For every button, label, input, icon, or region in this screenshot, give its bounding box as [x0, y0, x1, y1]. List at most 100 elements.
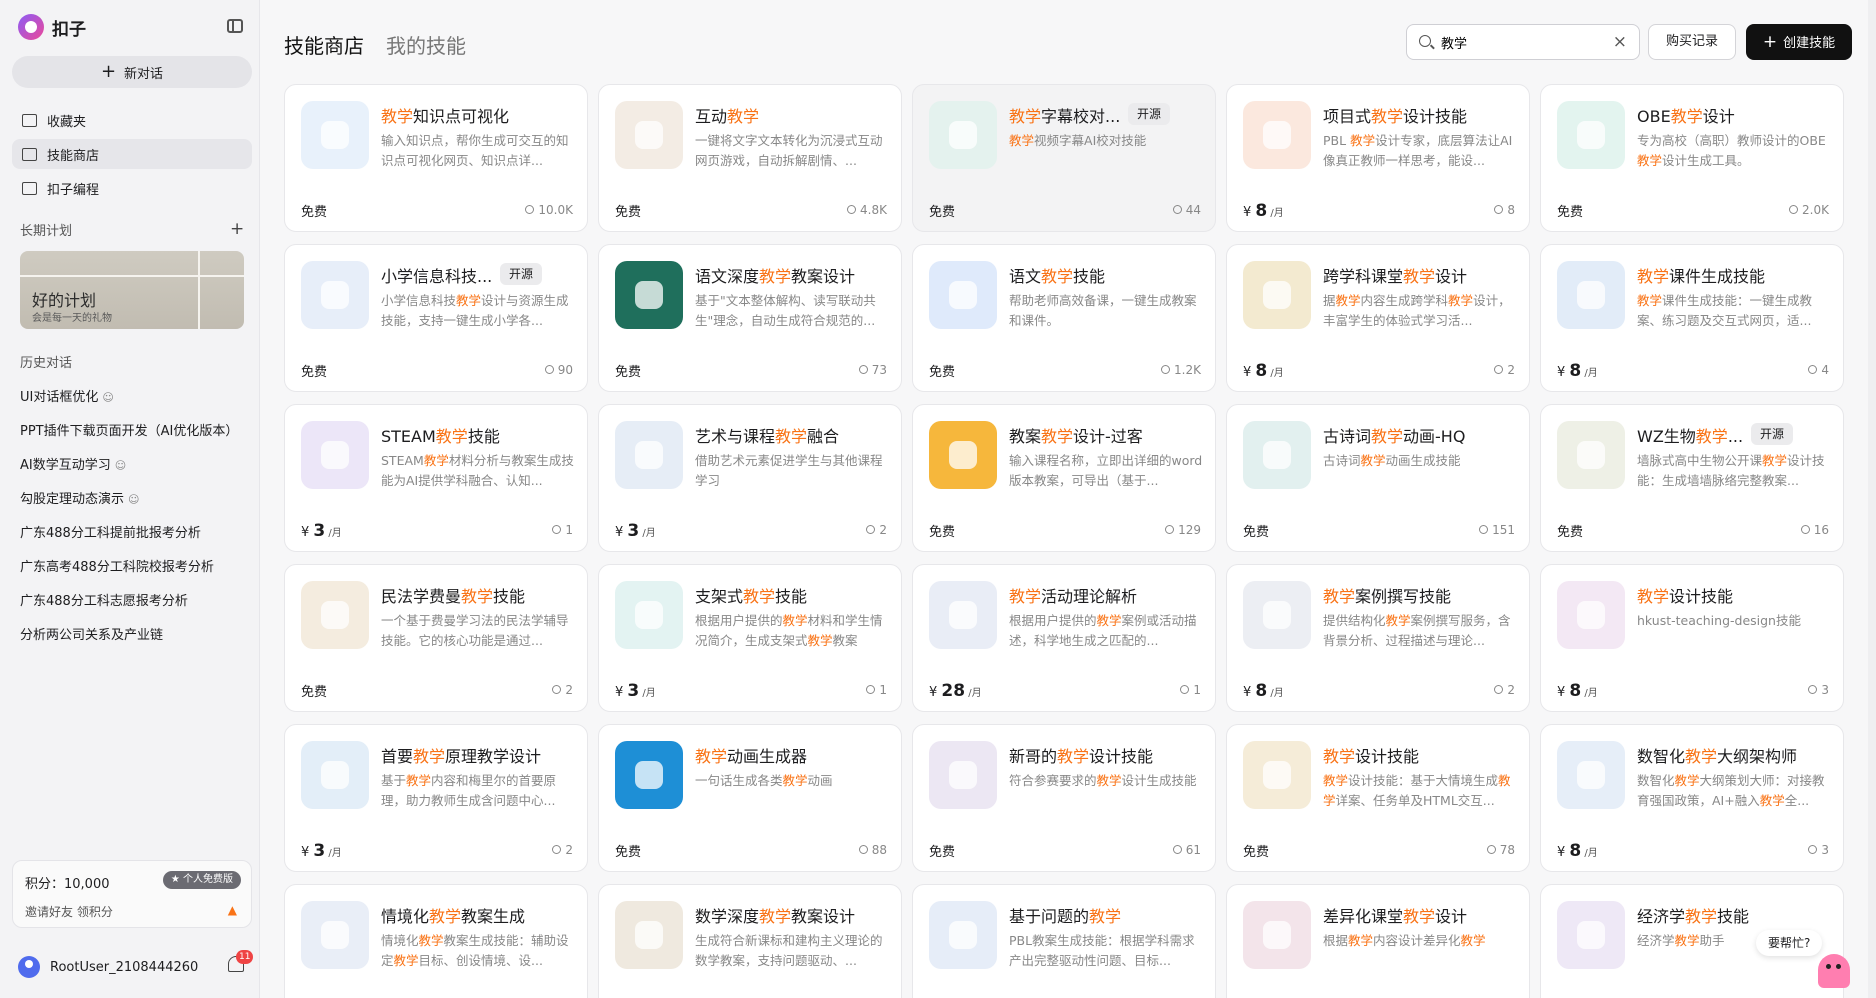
price-unit: /月	[1267, 688, 1284, 699]
skill-card[interactable]: 教学知识点可视化 输入知识点，帮你生成可交互的知识点可视化网页、知识点详... 免费…	[284, 84, 588, 232]
skill-card[interactable]: WZ生物教学... 开源 墙脉式高中生物公开课教学设计技能：生成墙墙脉络完整教案..…	[1540, 404, 1844, 552]
sidebar-item-skill-store[interactable]: 技能商店	[12, 139, 252, 169]
desc-text: 根据用户提供的	[1009, 613, 1097, 628]
sidebar-item-favorites[interactable]: 收藏夹	[12, 105, 252, 135]
skill-card[interactable]: 小学信息科技... 开源 小学信息科技教学设计与资源生成技能，支持一键生成小学各..…	[284, 244, 588, 392]
plan-badge[interactable]: ★ 个人免费版	[162, 871, 241, 889]
skill-card[interactable]: 差异化课堂教学设计 根据教学内容设计差异化教学	[1226, 884, 1530, 998]
title-text: 设计	[1435, 907, 1468, 926]
skill-card[interactable]: 跨学科课堂教学设计 据教学内容生成跨学科教学设计，丰富学生的体验式学习活... ¥ …	[1226, 244, 1530, 392]
new-chat-button[interactable]: + 新对话	[12, 56, 252, 88]
skill-card[interactable]: 教学设计技能 教学设计技能：基于大情境生成教学详案、任务单及HTML交互... 免费…	[1226, 724, 1530, 872]
title-text: 支架式	[695, 587, 744, 606]
app-logo[interactable]: 扣子	[18, 14, 86, 40]
skill-description: 专为高校（高职）教师设计的OBE 教学设计生成工具。	[1637, 131, 1831, 171]
open-source-badge: 开源	[1128, 103, 1171, 125]
title-text: 项目式	[1323, 107, 1372, 126]
search-input[interactable]	[1441, 32, 1601, 52]
skill-card[interactable]: 教学案例撰写技能 提供结构化教学案例撰写服务，含背景分析、过程描述与理论... ¥ …	[1226, 564, 1530, 712]
tab-my-skills[interactable]: 我的技能	[386, 30, 466, 59]
history-item-label: PPT插件下载页面开发（AI优化版本）	[20, 424, 239, 439]
skill-thumbnail-icon	[1557, 901, 1625, 969]
title-text: 活动理论解析	[1041, 587, 1138, 606]
skill-thumbnail-icon	[615, 101, 683, 169]
tab-skill-store[interactable]: 技能商店	[284, 30, 364, 59]
skill-card[interactable]: 项目式教学设计技能 PBL 教学设计专家，底层算法让AI 像真正教师一样思考，能设…	[1226, 84, 1530, 232]
create-skill-button[interactable]: + 创建技能	[1746, 24, 1852, 60]
user-icon	[858, 845, 868, 854]
desc-text: 输入知识点，帮你生成可交互的知识点可视化网页、知识点详...	[381, 133, 569, 168]
skill-card[interactable]: 数学深度教学教案设计 生成符合新课标和建构主义理论的数学教案，支持问题驱动、...	[598, 884, 902, 998]
desc-keyword: 教学	[782, 773, 808, 788]
title-text: 民法学费曼	[381, 587, 462, 606]
title-keyword: 教学	[413, 747, 446, 766]
skill-card[interactable]: 民法学费曼教学技能 一个基于费曼学习法的民法学辅导技能。它的核心功能是通过... 免…	[284, 564, 588, 712]
scrollbar[interactable]	[1868, 0, 1876, 998]
title-keyword: 教学	[461, 587, 494, 606]
purchase-history-button[interactable]: 购买记录	[1648, 24, 1736, 60]
sidebar-toggle-icon[interactable]	[227, 19, 243, 33]
skill-card[interactable]: 教学动画生成器 一句话生成各类教学动画 免费 88	[598, 724, 902, 872]
desc-keyword: 教学	[1096, 613, 1122, 628]
skill-card[interactable]: 首要教学原理教学设计 基于教学内容和梅里尔的首要原理，助力教师生成含问题中心...…	[284, 724, 588, 872]
user-count: 1	[866, 683, 887, 697]
skill-title: 首要教学原理教学设计	[381, 743, 541, 767]
history-item[interactable]: 分析两公司关系及产业链	[20, 624, 163, 643]
skill-card[interactable]: 艺术与课程教学融合 借助艺术元素促进学生与其他课程学习 ¥ 3 /月 2	[598, 404, 902, 552]
skill-card[interactable]: 互动教学 一键将文字文本转化为沉浸式互动网页游戏，自动拆解剧情、... 免费 4.8K	[598, 84, 902, 232]
skill-card[interactable]: 教学课件生成技能 教学课件生成技能：一键生成教案、练习题及交互式网页，适... ¥ …	[1540, 244, 1844, 392]
help-button[interactable]: 要帮忙?	[1756, 930, 1823, 956]
skill-card[interactable]: 教学活动理论解析 根据用户提供的教学案例或活动描述，科学地生成之匹配的... ¥ 2…	[912, 564, 1216, 712]
desc-keyword: 教学	[1096, 773, 1122, 788]
history-item-label: 分析两公司关系及产业链	[20, 628, 164, 643]
desc-text: PBL教案生成技能：根据学科需求产出完整驱动性问题、目标...	[1009, 933, 1195, 968]
add-plan-icon[interactable]: +	[230, 219, 244, 239]
user-count-value: 8	[1507, 203, 1515, 217]
title-text: 字幕校对...	[1041, 107, 1121, 126]
user-count-value: 78	[1499, 843, 1515, 857]
skill-card[interactable]: 语文教学技能 帮助老师高效备课，一键生成教案和课件。 免费 1.2K	[912, 244, 1216, 392]
skill-description: 情境化教学教案生成技能：辅助设定教学目标、创设情境、设...	[381, 931, 575, 971]
skill-card[interactable]: OBE教学设计 专为高校（高职）教师设计的OBE教学设计生成工具。 免费 2.0K	[1540, 84, 1844, 232]
sidebar-item-coze-coding[interactable]: 扣子编程	[12, 173, 252, 203]
assistant-mascot-icon[interactable]	[1818, 954, 1850, 988]
skill-card[interactable]: 情境化教学教案生成 情境化教学教案生成技能：辅助设定教学目标、创设情境、设...	[284, 884, 588, 998]
skill-card[interactable]: 古诗词教学动画-HQ 古诗词教学动画生成技能 免费 151	[1226, 404, 1530, 552]
skill-price: ¥ 8 /月	[1243, 681, 1284, 701]
skill-card[interactable]: 语文深度教学教案设计 基于"文本整体解构、读写联动共生"理念，自动生成符合规范的.…	[598, 244, 902, 392]
coze-logo-icon	[18, 14, 44, 40]
user-count: 3	[1808, 843, 1829, 857]
history-item[interactable]: 广东488分工科志愿报考分析	[20, 590, 188, 609]
user-count-value: 2	[565, 843, 573, 857]
skill-price: ¥ 8 /月	[1557, 841, 1598, 861]
skill-price: 免费	[1243, 845, 1270, 860]
skill-card[interactable]: STEAM教学技能 STEAM教学材料分析与教案生成技能为AI提供学科融合、认知.…	[284, 404, 588, 552]
user-icon	[552, 685, 562, 694]
skill-card[interactable]: 教案教学设计-过客 输入课程名称，立即出详细的word版本教案，可导出（基于...…	[912, 404, 1216, 552]
skill-card[interactable]: 教学设计技能 hkust-teaching-design技能 ¥ 8 /月 3	[1540, 564, 1844, 712]
history-item[interactable]: AI数学互动学习 ☺	[20, 454, 126, 473]
title-keyword: 教学	[1403, 907, 1436, 926]
skill-thumbnail-icon	[929, 581, 997, 649]
skill-card[interactable]: 支架式教学技能 根据用户提供的教学材料和学生情况简介，生成支架式教学教案 ¥ 3 /…	[598, 564, 902, 712]
plan-card[interactable]: 好的计划 会是每一天的礼物	[20, 251, 244, 329]
user-count-value: 2	[879, 523, 887, 537]
desc-keyword: 教学	[1460, 933, 1486, 948]
price-amount: 8	[1255, 361, 1268, 381]
history-item[interactable]: UI对话框优化 ☺	[20, 386, 114, 405]
skill-card[interactable]: 教学字幕校对... 开源 教学视频字幕AI校对技能 免费 44	[912, 84, 1216, 232]
skill-card[interactable]: 新哥的教学设计技能 符合参赛要求的教学设计生成技能 免费 61	[912, 724, 1216, 872]
history-item[interactable]: 勾股定理动态演示 ☺	[20, 488, 139, 507]
clear-search-icon[interactable]: ×	[1613, 32, 1627, 52]
skill-card[interactable]: 数智化教学大纲架构师 数智化教学大纲策划大师：对接教育强国政策，AI+融入教学全.…	[1540, 724, 1844, 872]
history-item[interactable]: PPT插件下载页面开发（AI优化版本）	[20, 420, 238, 439]
desc-keyword: 教学	[1674, 933, 1700, 948]
desc-keyword: 教学	[1448, 293, 1474, 308]
invite-friends-link[interactable]: 邀请好友 领积分	[25, 903, 113, 920]
user-profile[interactable]: RootUser_2108444260	[18, 956, 198, 978]
points-panel: 积分：10,000 ★ 个人免费版 邀请好友 领积分 ▲	[12, 860, 252, 928]
history-item[interactable]: 广东高考488分工科院校报考分析	[20, 556, 214, 575]
skill-card[interactable]: 基于问题的教学 PBL教案生成技能：根据学科需求产出完整驱动性问题、目标...	[912, 884, 1216, 998]
skill-price: ¥ 8 /月	[1557, 361, 1598, 381]
history-item[interactable]: 广东488分工科提前批报考分析	[20, 522, 201, 541]
